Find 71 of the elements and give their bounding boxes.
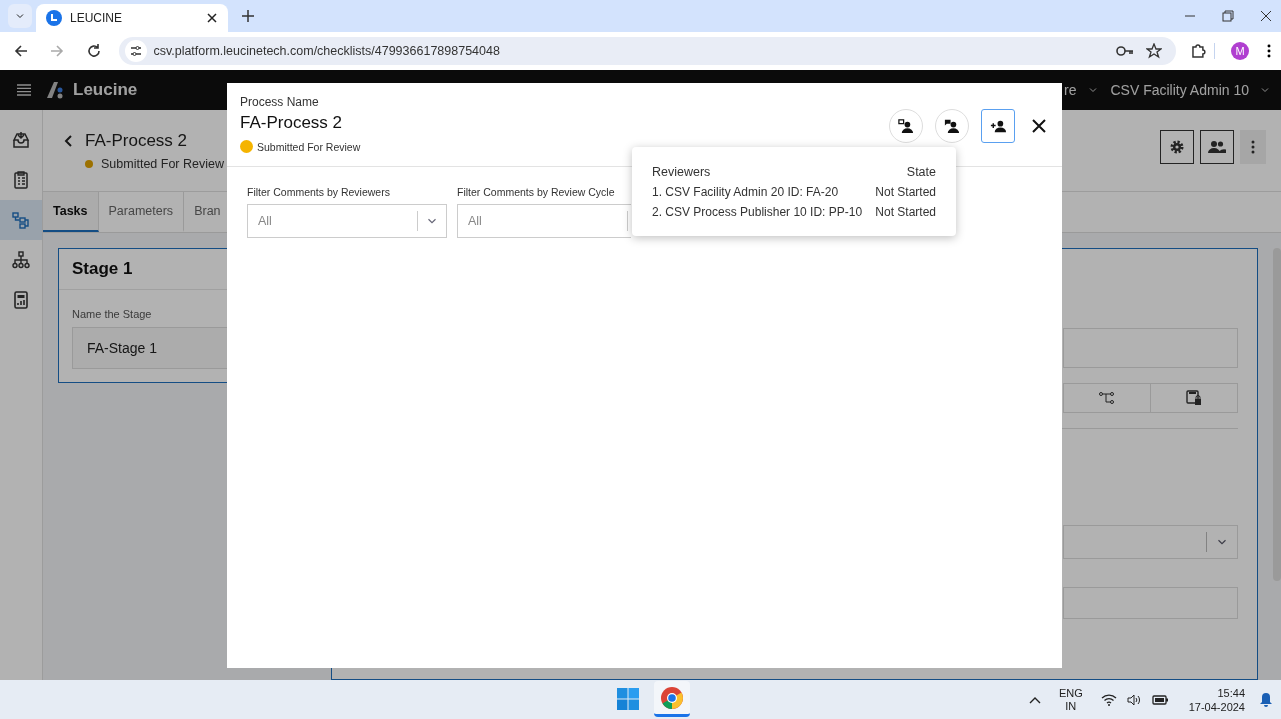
profile-avatar[interactable]: M: [1231, 42, 1250, 60]
battery-icon[interactable]: [1150, 693, 1169, 706]
browser-taskbar-button[interactable]: [654, 681, 690, 717]
url-text: csv.platform.leucinetech.com/checklists/479936617898754048: [153, 44, 501, 58]
user-menu[interactable]: CSV Facility Admin 10: [1110, 82, 1271, 98]
reviewer-action-button[interactable]: [981, 109, 1015, 143]
clock[interactable]: 15:44 17-04-2024: [1188, 685, 1245, 714]
modal-caption: Process Name: [240, 95, 320, 109]
browser-icon: [661, 686, 683, 709]
assign-reviewer-icon: [897, 117, 915, 135]
clipboard-icon: [11, 170, 31, 190]
status-dot: [240, 140, 253, 153]
reviewer-name: 1. CSV Facility Admin 20 ID: FA-20: [652, 185, 840, 199]
close-icon[interactable]: [206, 12, 218, 24]
input-field[interactable]: FA-Stage 1: [72, 327, 228, 369]
reviewer-state: Not Started: [875, 205, 936, 219]
site-settings-icon[interactable]: [125, 40, 148, 62]
modal-title: FA-Process 2: [240, 113, 344, 133]
input-field[interactable]: [1063, 328, 1238, 368]
address-bar[interactable]: csv.platform.leucinetech.com/checklists/479936617898754048: [119, 37, 1177, 65]
reviewer-state: Not Started: [875, 185, 936, 199]
extensions-icon[interactable]: [1190, 43, 1207, 59]
back-icon[interactable]: [63, 134, 75, 147]
status-text: Submitted For Review: [101, 156, 224, 171]
filter-dropdown[interactable]: All: [247, 204, 447, 238]
plus-icon: [241, 9, 255, 23]
back-arrow-icon: [12, 43, 29, 59]
forward-arrow-icon: [48, 43, 65, 59]
process-title: FA-Process 2: [85, 130, 188, 151]
input-field[interactable]: [1063, 587, 1238, 619]
close-icon: [1032, 119, 1046, 133]
column-header: State: [905, 165, 936, 179]
wifi-icon[interactable]: [1100, 693, 1117, 706]
field-label: Name the Stage: [72, 308, 153, 320]
filter-dropdown[interactable]: All: [457, 204, 631, 238]
tab-title: LEUCINE: [70, 11, 123, 25]
menu-icon[interactable]: [17, 84, 31, 96]
status-dot: [85, 159, 93, 168]
status-text: Submitted For Review: [257, 140, 361, 153]
speaker-icon[interactable]: [1126, 693, 1141, 706]
tab[interactable]: Tasks: [43, 192, 99, 232]
column-header: Reviewers: [652, 165, 712, 179]
brand-name: Leucine: [73, 80, 138, 100]
users-button[interactable]: [1200, 129, 1234, 164]
restore-icon: [1222, 10, 1234, 22]
notification-icon[interactable]: [1259, 691, 1273, 708]
chevron-up-icon[interactable]: [1028, 695, 1041, 704]
comment-user-icon: [943, 117, 961, 135]
settings-button[interactable]: [1160, 129, 1194, 164]
flow-icon: [11, 210, 31, 230]
report-icon: [11, 290, 31, 310]
windows-icon: [617, 688, 639, 710]
more-icon[interactable]: [1267, 44, 1271, 58]
logo-icon: [45, 80, 65, 100]
hierarchy-icon: [11, 250, 31, 270]
language-indicator[interactable]: ENG IN: [1058, 686, 1083, 713]
gear-icon: [1169, 138, 1185, 155]
more-icon: [1251, 139, 1255, 154]
star-icon[interactable]: [1146, 43, 1163, 59]
top-menu[interactable]: re: [1064, 82, 1099, 98]
close-icon: [1260, 10, 1272, 22]
reload-icon: [86, 43, 103, 59]
filter-label: Filter Comments by Reviewers: [247, 186, 391, 198]
key-icon[interactable]: [1116, 45, 1135, 57]
browser-tab[interactable]: LEUCINE: [36, 4, 228, 32]
reviewer-name: 2. CSV Process Publisher 10 ID: PP-10: [652, 205, 864, 219]
users-icon: [1208, 139, 1226, 154]
inbox-icon: [11, 130, 31, 150]
branch-icon: [1099, 392, 1115, 404]
site-logo-icon: [46, 10, 62, 26]
lock-icon: [1186, 390, 1202, 406]
